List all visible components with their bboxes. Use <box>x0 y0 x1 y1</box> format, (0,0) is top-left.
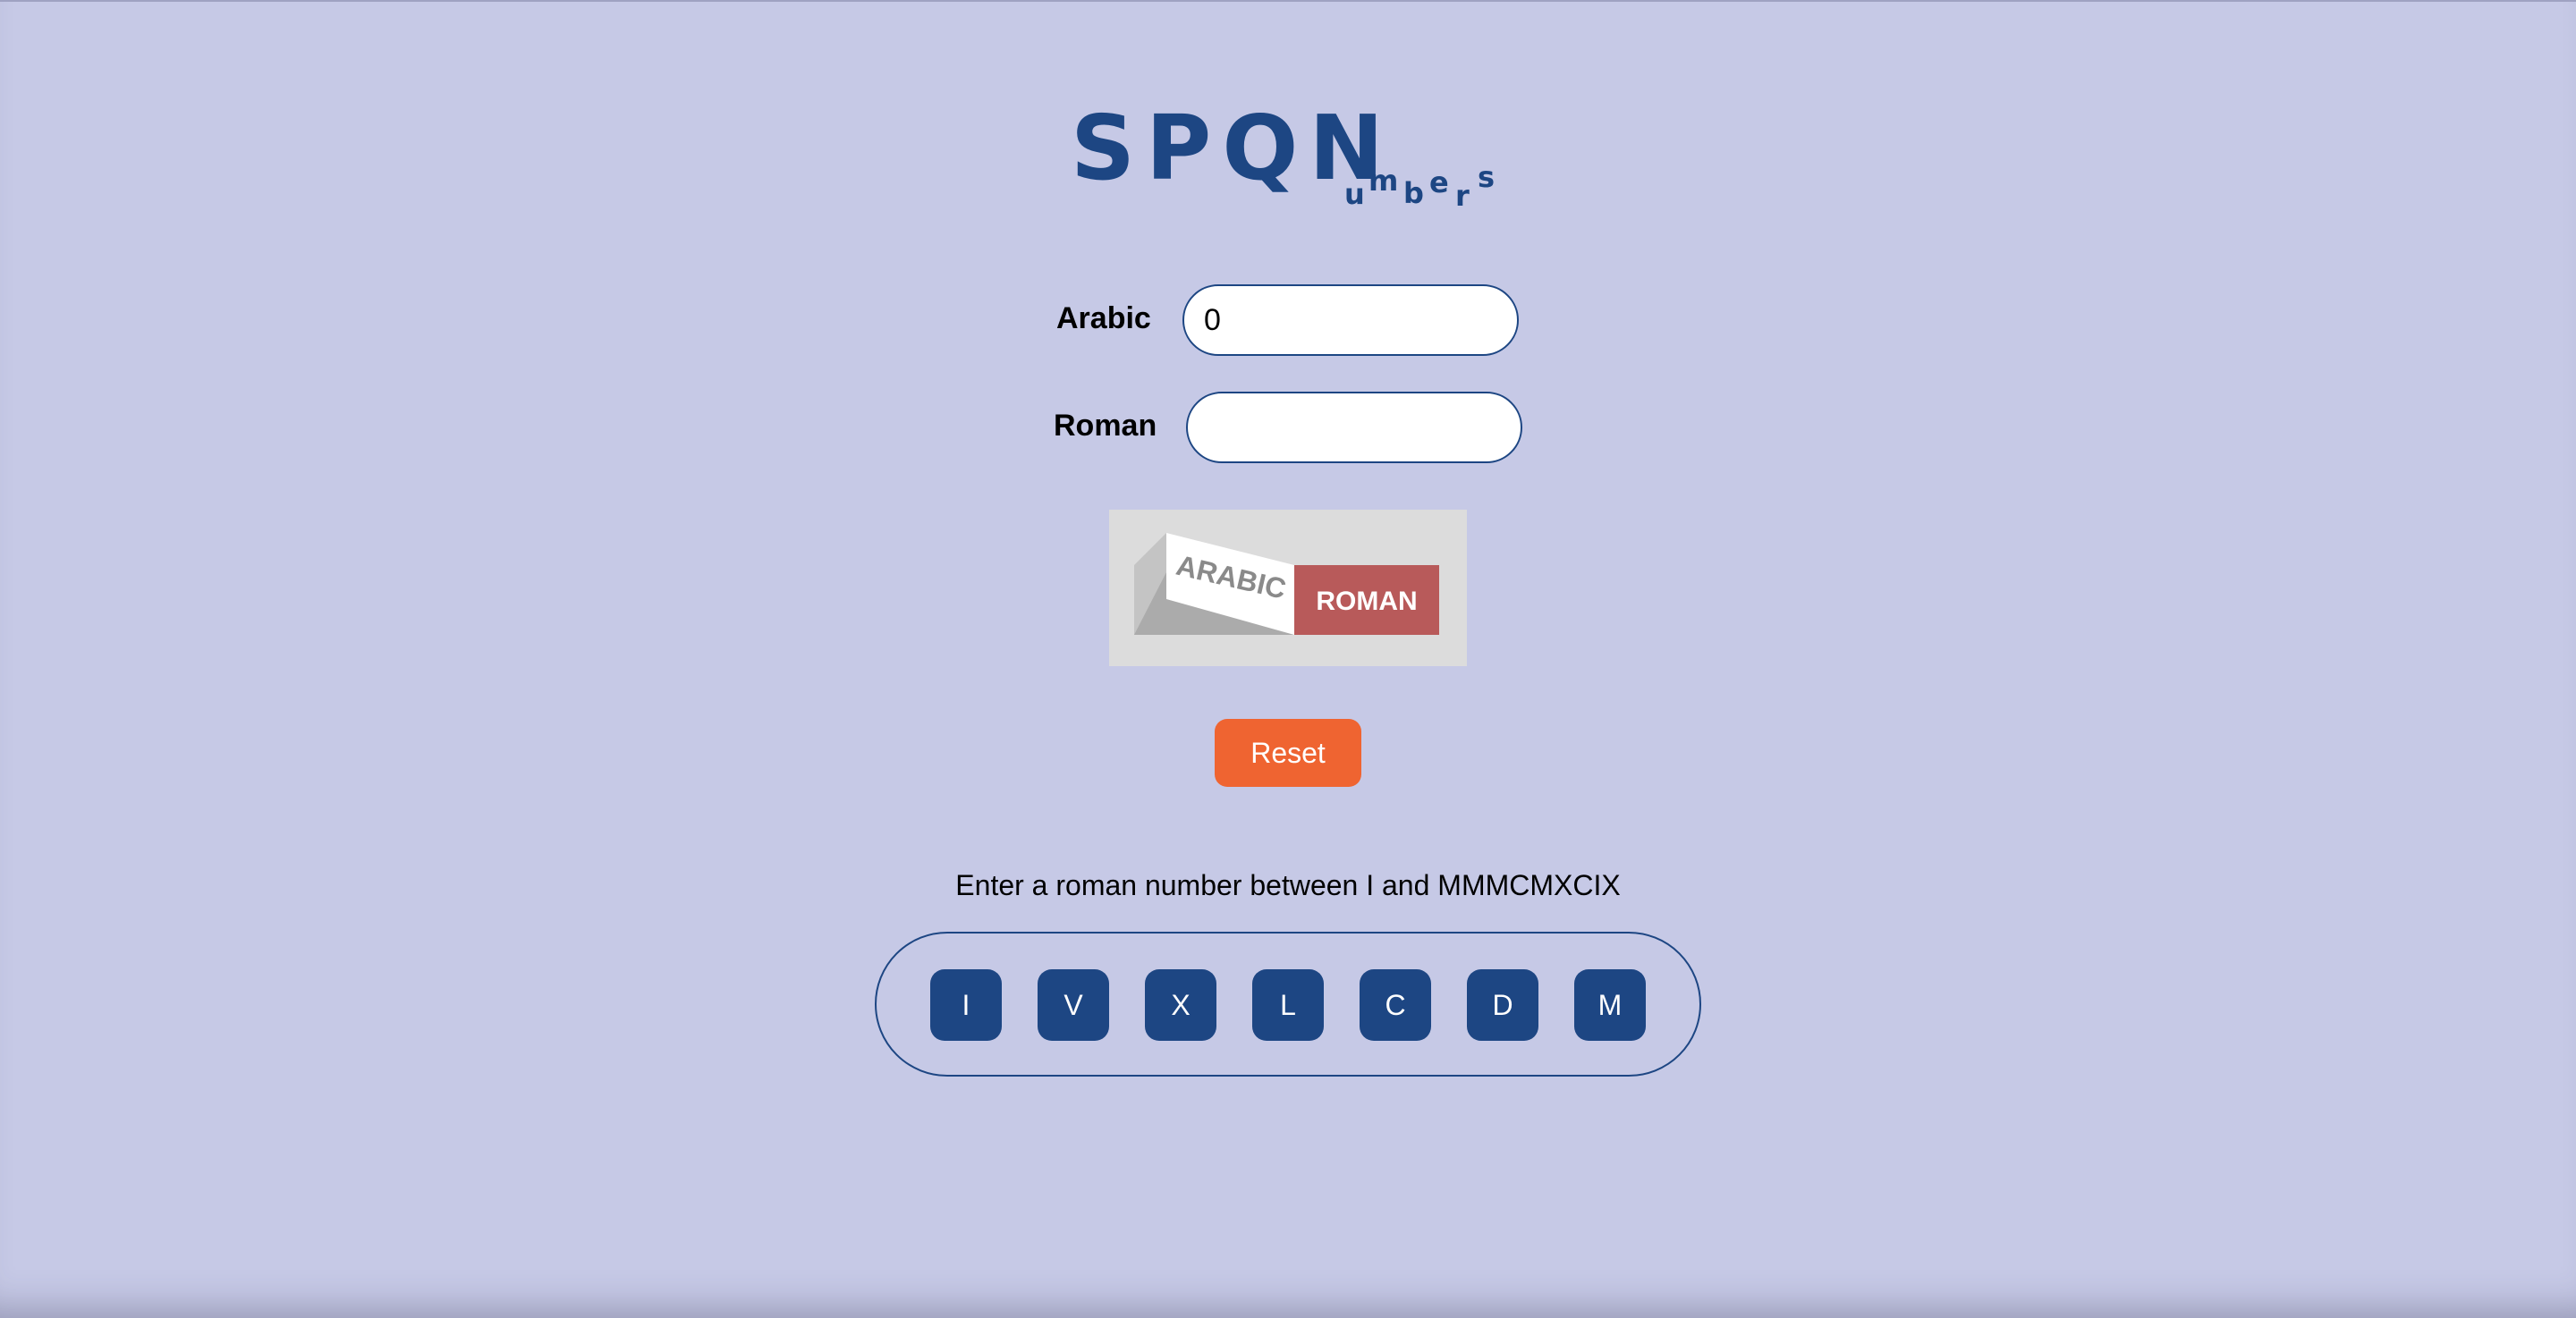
toggle-graphic: ARABIC ROMAN <box>1134 533 1439 635</box>
logo-letter: r <box>1455 179 1470 213</box>
conversion-toggle[interactable]: ARABIC ROMAN <box>1109 510 1467 666</box>
logo-letter: m <box>1368 164 1399 198</box>
app-window: SPQN u m b e r s Arabic Roman ARABIC ROM… <box>0 0 2576 1318</box>
roman-input[interactable] <box>1186 392 1522 463</box>
logo-letter: s <box>1478 160 1496 194</box>
top-border <box>0 0 2576 2</box>
logo-letter: u <box>1344 177 1365 211</box>
key-c[interactable]: C <box>1360 969 1431 1041</box>
key-d[interactable]: D <box>1467 969 1538 1041</box>
arabic-label: Arabic <box>1056 301 1151 335</box>
key-i[interactable]: I <box>930 969 1002 1041</box>
key-x[interactable]: X <box>1145 969 1216 1041</box>
instruction-text: Enter a roman number between I and MMMCM… <box>955 869 1621 901</box>
roman-label: Roman <box>1054 409 1157 443</box>
logo-letter: e <box>1429 165 1449 199</box>
key-m[interactable]: M <box>1574 969 1646 1041</box>
logo: SPQN u m b e r s <box>1071 97 1518 213</box>
arabic-input[interactable] <box>1182 284 1519 356</box>
key-l[interactable]: L <box>1252 969 1324 1041</box>
logo-letter: b <box>1403 176 1424 210</box>
roman-keypad: I V X L C D M <box>875 932 1701 1077</box>
reset-button[interactable]: Reset <box>1215 719 1361 787</box>
key-v[interactable]: V <box>1038 969 1109 1041</box>
toggle-roman-label: ROMAN <box>1316 587 1417 616</box>
